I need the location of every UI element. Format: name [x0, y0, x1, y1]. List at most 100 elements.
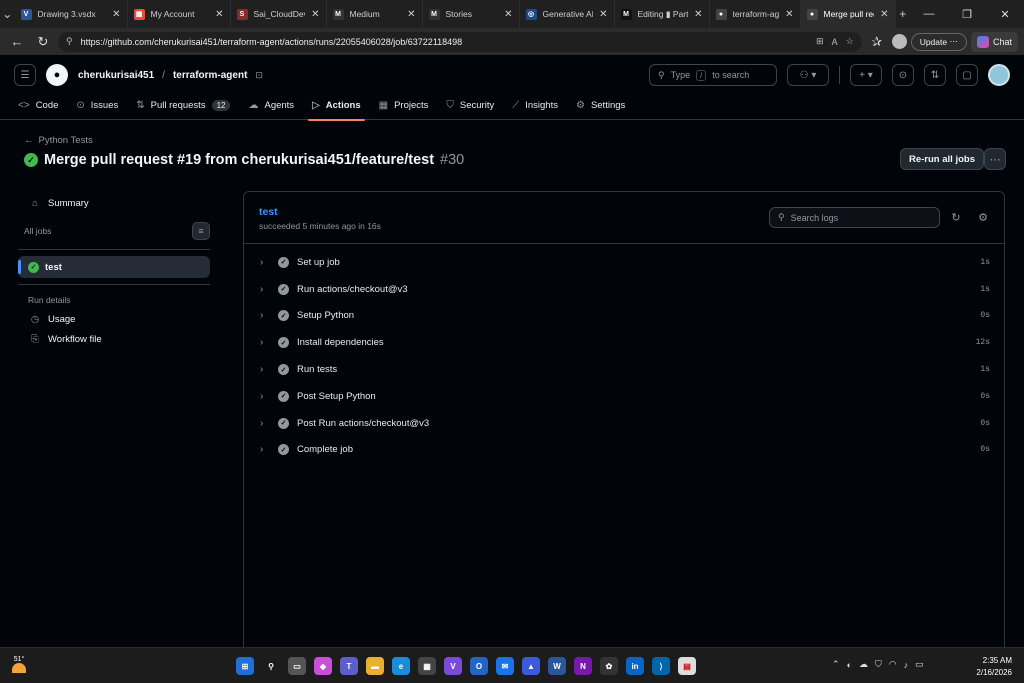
- volume-icon[interactable]: ♪: [904, 660, 909, 670]
- browser-tab[interactable]: V Drawing 3.vsdx ✕: [15, 0, 128, 28]
- browser-tab[interactable]: M Stories ✕: [423, 0, 520, 28]
- tray-security-icon[interactable]: ⛉: [875, 659, 882, 670]
- chevron-right-icon[interactable]: ›: [260, 257, 272, 268]
- close-tab-icon[interactable]: ✕: [504, 9, 512, 20]
- step-row[interactable]: › ✓ Run actions/checkout@v3 1s: [244, 276, 1004, 303]
- favorites-icon[interactable]: ✰: [866, 31, 888, 53]
- start-windows-icon[interactable]: ⊞: [236, 657, 254, 675]
- step-row[interactable]: › ✓ Install dependencies 12s: [244, 329, 1004, 356]
- chevron-right-icon[interactable]: ›: [260, 444, 272, 455]
- rerun-all-jobs-button[interactable]: Re-run all jobs: [900, 148, 984, 170]
- profile-avatar[interactable]: [891, 34, 907, 49]
- minimize-icon[interactable]: —: [910, 0, 948, 28]
- close-tab-icon[interactable]: ✕: [112, 9, 120, 20]
- onedrive-icon[interactable]: ☁: [859, 659, 868, 670]
- copilot-menu-button[interactable]: ⚇ ▾: [787, 64, 829, 86]
- maximize-icon[interactable]: ❐: [948, 0, 986, 28]
- update-button[interactable]: Update ⋯: [910, 32, 967, 51]
- issues-icon[interactable]: ⊙: [892, 64, 914, 86]
- tab-issues[interactable]: ⊙ Issues: [76, 95, 118, 120]
- tab-actions-chevron-icon[interactable]: ⌄: [0, 0, 15, 28]
- wifi-icon[interactable]: ◠: [889, 659, 897, 670]
- close-tab-icon[interactable]: ✕: [311, 9, 319, 20]
- github-logo-icon[interactable]: ●: [46, 64, 68, 86]
- workflow-file-link[interactable]: ⎘ Workflow file: [18, 329, 210, 349]
- vscode-icon[interactable]: ⟩: [652, 657, 670, 675]
- store-icon[interactable]: ▦: [418, 657, 436, 675]
- app-available-icon[interactable]: ⊞: [816, 36, 824, 47]
- owner-link[interactable]: cherukurisai451: [78, 70, 154, 81]
- chevron-right-icon[interactable]: ›: [260, 391, 272, 402]
- summary-link[interactable]: ⌂ Summary: [18, 193, 210, 213]
- browser-tab[interactable]: ▦ My Account ✕: [128, 0, 231, 28]
- tab-code[interactable]: <> Code: [18, 95, 58, 120]
- battery-icon[interactable]: ▭: [915, 659, 924, 670]
- repo-link[interactable]: terraform-agent: [173, 70, 247, 81]
- file-explorer-icon[interactable]: ▬: [366, 657, 384, 675]
- tab-agents[interactable]: ☁ Agents: [248, 95, 294, 120]
- close-tab-icon[interactable]: ✕: [785, 9, 793, 20]
- mail-icon[interactable]: ✉: [496, 657, 514, 675]
- close-tab-icon[interactable]: ✕: [407, 9, 415, 20]
- step-row[interactable]: › ✓ Post Setup Python 0s: [244, 383, 1004, 410]
- edge-browser-icon[interactable]: e: [392, 657, 410, 675]
- notepad-icon[interactable]: ▤: [678, 657, 696, 675]
- tab-settings[interactable]: ⚙ Settings: [576, 95, 625, 120]
- tab-projects[interactable]: ▦ Projects: [379, 95, 429, 120]
- task-view-icon[interactable]: ▭: [288, 657, 306, 675]
- step-row[interactable]: › ✓ Set up job 1s: [244, 249, 1004, 276]
- tab-actions[interactable]: ▷ Actions: [308, 95, 365, 121]
- close-tab-icon[interactable]: ✕: [599, 9, 607, 20]
- browser-tab[interactable]: ● terraform-agent ✕: [710, 0, 801, 28]
- hamburger-menu-icon[interactable]: ☰: [14, 64, 36, 86]
- show-hidden-icons-icon[interactable]: ⌃: [832, 659, 840, 670]
- visio-icon[interactable]: V: [444, 657, 462, 675]
- url-field[interactable]: ⚲ https://github.com/cherukurisai451/ter…: [58, 31, 862, 52]
- back-arrow-icon[interactable]: ←: [6, 31, 28, 53]
- search-logs-input[interactable]: ⚲ Search logs: [769, 207, 940, 228]
- more-options-icon[interactable]: ⋯: [984, 148, 1006, 170]
- pull-requests-icon[interactable]: ⇅: [924, 64, 946, 86]
- search-icon[interactable]: ⚲: [262, 657, 280, 675]
- tab-insights[interactable]: ⟋ Insights: [512, 95, 558, 120]
- outlook-icon[interactable]: O: [470, 657, 488, 675]
- user-avatar[interactable]: [988, 64, 1010, 86]
- read-aloud-icon[interactable]: A: [832, 37, 838, 47]
- tab-pull-requests[interactable]: ⇅ Pull requests 12: [136, 95, 231, 120]
- linkedin-icon[interactable]: in: [626, 657, 644, 675]
- step-row[interactable]: › ✓ Run tests 1s: [244, 356, 1004, 383]
- browser-tab[interactable]: M Medium ✕: [327, 0, 423, 28]
- usage-link[interactable]: ◷ Usage: [18, 309, 210, 329]
- favorite-star-icon[interactable]: ☆: [846, 36, 854, 47]
- system-clock[interactable]: 2:35 AM 2/16/2026: [960, 655, 1012, 679]
- copilot-chat-button[interactable]: Chat: [970, 31, 1018, 52]
- tab-security[interactable]: ⛉ Security: [446, 95, 494, 120]
- teams-icon[interactable]: T: [340, 657, 358, 675]
- global-search-input[interactable]: ⚲ Type / to search: [649, 64, 777, 86]
- new-tab-icon[interactable]: +: [896, 0, 911, 28]
- job-item-test[interactable]: ✓ test: [18, 256, 210, 278]
- tray-app-icon[interactable]: ◐: [847, 660, 852, 670]
- onenote-icon[interactable]: N: [574, 657, 592, 675]
- close-tab-icon[interactable]: ✕: [880, 9, 888, 20]
- site-info-icon[interactable]: ⚲: [66, 36, 73, 47]
- weather-widget[interactable]: 51°: [12, 656, 26, 673]
- close-window-icon[interactable]: ✕: [986, 0, 1024, 28]
- chevron-right-icon[interactable]: ›: [260, 284, 272, 295]
- browser-tab[interactable]: M Editing ▮ Part ✕: [615, 0, 710, 28]
- step-row[interactable]: › ✓ Complete job 0s: [244, 437, 1004, 464]
- step-row[interactable]: › ✓ Post Run actions/checkout@v3 0s: [244, 410, 1004, 437]
- chevron-right-icon[interactable]: ›: [260, 418, 272, 429]
- create-new-button[interactable]: + ▾: [850, 64, 882, 86]
- notifications-icon[interactable]: ▢: [956, 64, 978, 86]
- refresh-icon[interactable]: ↻: [32, 31, 54, 53]
- log-settings-gear-icon[interactable]: ⚙: [975, 209, 991, 225]
- browser-tab[interactable]: ◎ Generative AI (C ✕: [520, 0, 615, 28]
- chevron-right-icon[interactable]: ›: [260, 310, 272, 321]
- close-tab-icon[interactable]: ✕: [694, 9, 702, 20]
- word-icon[interactable]: W: [548, 657, 566, 675]
- chatgpt-icon[interactable]: ✿: [600, 657, 618, 675]
- remote-desktop-icon[interactable]: ▲: [522, 657, 540, 675]
- chevron-right-icon[interactable]: ›: [260, 337, 272, 348]
- browser-tab[interactable]: S Sai_CloudDevSe ✕: [231, 0, 327, 28]
